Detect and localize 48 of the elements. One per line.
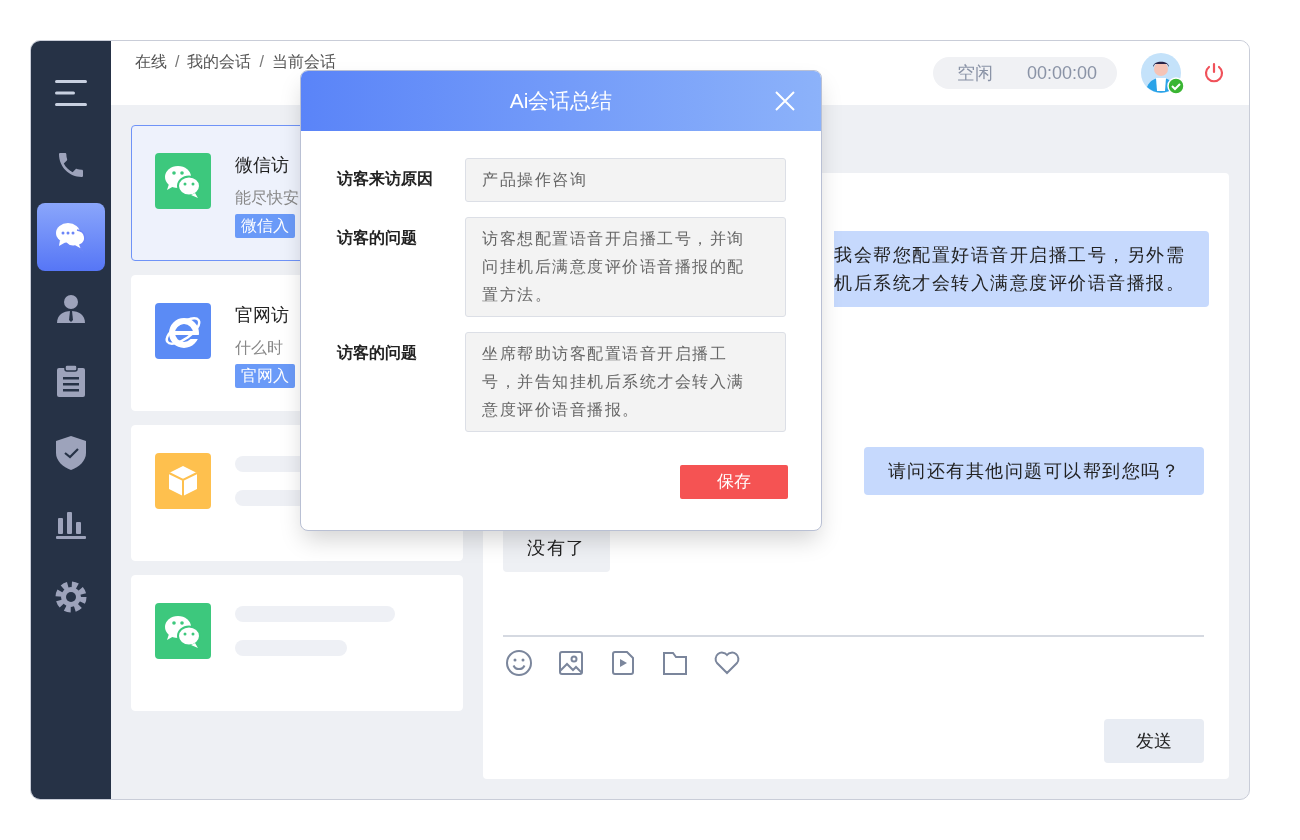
field-label: 访客的问题 [337, 343, 418, 363]
wechat-icon [155, 153, 211, 209]
toolbar-button[interactable] [713, 649, 741, 677]
clipboard-icon [56, 365, 86, 397]
message-preview: 什么时 [235, 338, 283, 358]
timer-text: 00:00:00 [1026, 61, 1097, 85]
sidebar-item[interactable] [37, 203, 105, 271]
session-card[interactable] [131, 575, 463, 711]
breadcrumb-separator: / [175, 52, 180, 72]
message-bubble: 我会帮您配置好语音开启播工号，另外需 机后系统才会转入满意度评价语音播报。 [834, 231, 1209, 307]
toolbar-button[interactable] [609, 649, 637, 677]
box-icon [155, 453, 211, 509]
video-file-icon [609, 649, 637, 677]
text-field[interactable]: 访客想配置语音开启播工号，并询 问挂机后满意度评价语音播报的配 置方法。 [465, 217, 786, 317]
folder-icon [661, 649, 689, 677]
toolbar-button[interactable] [661, 649, 689, 677]
heart-icon [713, 649, 741, 677]
bar-chart-icon [56, 510, 86, 540]
breadcrumb-link[interactable]: 当前会话 [271, 50, 336, 74]
power-button[interactable] [1203, 62, 1225, 84]
browser-e-icon [155, 303, 211, 359]
person-icon [55, 293, 87, 325]
message-bubble: 请问还有其他问题可以帮到您吗？ [863, 447, 1204, 495]
toolbar-button[interactable] [557, 649, 585, 677]
field-label: 访客的问题 [337, 228, 418, 248]
status-text: 空闲 [956, 61, 993, 85]
image-icon [557, 649, 585, 677]
wechat-icon [155, 603, 211, 659]
dialog-title: Ai会话总结 [509, 88, 613, 115]
session-title: 微信访 [235, 154, 289, 177]
shield-check-icon [56, 436, 86, 470]
settings-icon [55, 581, 87, 613]
chat-bubbles-icon [55, 221, 87, 253]
breadcrumb-link[interactable]: 在线 [135, 50, 167, 74]
text-field[interactable]: 坐席帮助访客配置语音开启播工 号，并告知挂机后系统才会转入满 意度评价语音播报。 [465, 332, 786, 432]
breadcrumb-link[interactable]: 我的会话 [187, 50, 252, 74]
channel-tag: 官网入 [235, 364, 295, 388]
session-title: 官网访 [235, 304, 289, 327]
field-label: 访客来访原因 [337, 169, 434, 189]
text-field[interactable]: 产品操作咨询 [465, 158, 786, 202]
menu-icon [55, 79, 87, 107]
channel-tag: 微信入 [235, 214, 295, 238]
breadcrumb-separator: / [259, 52, 264, 72]
close-button[interactable] [773, 89, 797, 113]
message-preview: 能尽快安 [235, 188, 299, 208]
send-button[interactable]: 发送 [1104, 719, 1204, 763]
emoji-icon [505, 649, 533, 677]
toolbar-button[interactable] [505, 649, 533, 677]
